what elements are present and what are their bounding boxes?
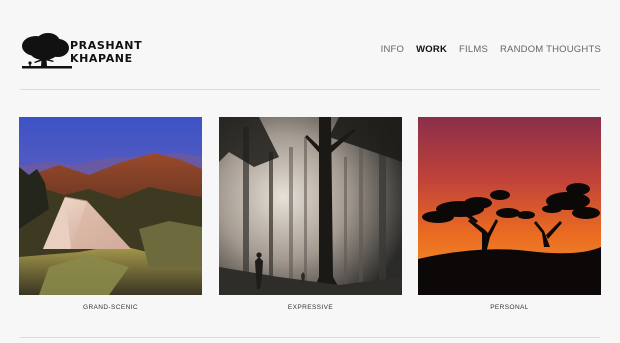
caption-grand-scenic[interactable]: GRAND-SCENIC [19,304,202,311]
personal-thumbnail [418,117,601,295]
site-logo[interactable]: PRASHANT KHAPANE [20,32,150,72]
gallery-card-grand-scenic[interactable]: GRAND-SCENIC [19,117,202,311]
caption-expressive[interactable]: EXPRESSIVE [219,304,402,311]
tree-logo-icon [22,33,72,69]
caption-personal[interactable]: PERSONAL [418,304,601,311]
nav-info[interactable]: INFO [381,44,405,55]
nav-films[interactable]: FILMS [459,44,488,55]
gallery-card-expressive[interactable]: EXPRESSIVE [219,117,402,311]
gallery-card-personal[interactable]: PERSONAL [418,117,601,311]
expressive-thumbnail [219,117,402,295]
work-gallery: GRAND-SCENIC EXPRESSIVE PERSONAL [19,117,601,317]
brand-line-1: PRASHANT [70,39,143,52]
nav-random-thoughts[interactable]: RANDOM THOUGHTS [500,44,601,55]
main-nav: INFO WORK FILMS RANDOM THOUGHTS [381,44,601,55]
brand-name: PRASHANT KHAPANE [70,39,142,65]
header-divider [20,89,600,90]
nav-work[interactable]: WORK [416,44,447,55]
grand-scenic-thumbnail [19,117,202,295]
brand-line-2: KHAPANE [70,52,133,65]
footer-divider [20,337,600,338]
site-header: PRASHANT KHAPANE INFO WORK FILMS RANDOM … [0,0,620,90]
